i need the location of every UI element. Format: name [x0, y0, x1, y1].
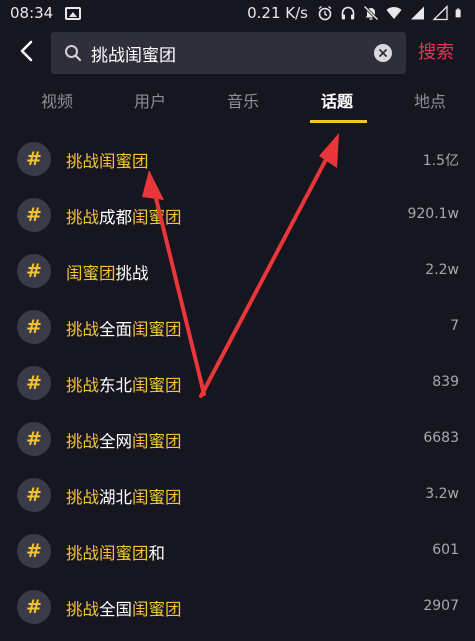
topic-item[interactable]: # 挑战成都闺蜜团 920.1w — [0, 187, 475, 243]
hashtag-icon: # — [17, 422, 51, 456]
wifi-icon — [386, 7, 402, 19]
tab-music[interactable]: 音乐 — [227, 88, 259, 112]
active-tab-indicator — [310, 120, 367, 123]
topic-title: 挑战全网闺蜜团 — [66, 432, 182, 451]
topic-item[interactable]: # 挑战全网闺蜜团 6683 — [0, 411, 475, 467]
tab-videos[interactable]: 视频 — [41, 88, 73, 112]
topic-title: 挑战全国闺蜜团 — [66, 600, 182, 619]
search-box[interactable] — [51, 32, 406, 74]
hashtag-icon: # — [17, 198, 51, 232]
gallery-notification-icon — [65, 6, 82, 20]
topic-item[interactable]: # 挑战闺蜜团 1.5亿 — [0, 131, 475, 187]
search-bar: 搜索 — [0, 28, 475, 78]
network-speed: 0.21 K/s — [247, 4, 308, 22]
topic-search-screen: 08:34 0.21 K/s 挑战闺蜜团 搜索 视频 用户 音乐 话题 地点 #… — [0, 0, 475, 641]
topic-item[interactable]: # 闺蜜团挑战 2.2w — [0, 243, 475, 299]
hashtag-icon: # — [17, 254, 51, 288]
result-tabs: 视频 用户 音乐 话题 地点 — [0, 82, 475, 124]
tab-users[interactable]: 用户 — [134, 88, 166, 112]
topic-view-count: 920.1w — [407, 206, 459, 222]
mute-bell-icon — [363, 5, 379, 21]
magnifier-icon — [65, 45, 82, 62]
clear-circle-icon[interactable] — [374, 44, 392, 62]
topic-title: 挑战成都闺蜜团 — [66, 208, 182, 227]
signal-icon — [411, 6, 424, 20]
hashtag-icon: # — [17, 590, 51, 624]
search-input[interactable] — [91, 32, 374, 74]
topic-title: 挑战东北闺蜜团 — [66, 376, 182, 395]
topic-title: 挑战闺蜜团 — [66, 152, 149, 171]
topic-list: # 挑战闺蜜团 1.5亿 # 挑战成都闺蜜团 920.1w # 闺蜜团挑战 2.… — [0, 131, 475, 635]
topic-title: 挑战湖北闺蜜团 — [66, 488, 182, 507]
headphones-icon — [341, 6, 355, 20]
search-submit-button[interactable]: 搜索 — [418, 38, 454, 64]
topic-title: 挑战全面闺蜜团 — [66, 320, 182, 339]
topic-item[interactable]: # 挑战全国闺蜜团 2907 — [0, 579, 475, 635]
topic-title: 挑战闺蜜团和 — [66, 544, 165, 563]
topic-view-count: 6683 — [423, 430, 459, 446]
signal-empty-icon — [432, 5, 448, 21]
topic-item[interactable]: # 挑战闺蜜团和 601 — [0, 523, 475, 579]
topic-view-count: 7 — [450, 318, 459, 334]
topic-item[interactable]: # 挑战全面闺蜜团 7 — [0, 299, 475, 355]
status-bar: 08:34 0.21 K/s — [0, 0, 475, 26]
topic-item[interactable]: # 挑战湖北闺蜜团 3.2w — [0, 467, 475, 523]
status-indicators: 0.21 K/s — [247, 4, 465, 22]
hashtag-icon: # — [17, 534, 51, 568]
hashtag-icon: # — [17, 366, 51, 400]
battery-icon — [455, 8, 461, 18]
topic-view-count: 2907 — [423, 598, 459, 614]
tab-places[interactable]: 地点 — [414, 88, 446, 112]
status-time: 08:34 — [10, 4, 54, 22]
hashtag-icon: # — [17, 142, 51, 176]
topic-view-count: 1.5亿 — [422, 153, 459, 169]
topic-view-count: 839 — [432, 374, 459, 390]
hashtag-icon: # — [17, 478, 51, 512]
back-button[interactable] — [12, 37, 40, 65]
close-icon — [379, 49, 387, 57]
tab-topics[interactable]: 话题 — [321, 88, 353, 112]
topic-view-count: 2.2w — [425, 262, 459, 278]
topic-view-count: 3.2w — [425, 486, 459, 502]
chevron-left-icon — [20, 40, 33, 62]
topic-title: 闺蜜团挑战 — [66, 264, 149, 283]
hashtag-icon: # — [17, 310, 51, 344]
topic-item[interactable]: # 挑战东北闺蜜团 839 — [0, 355, 475, 411]
alarm-icon — [318, 5, 332, 21]
topic-view-count: 601 — [432, 542, 459, 558]
